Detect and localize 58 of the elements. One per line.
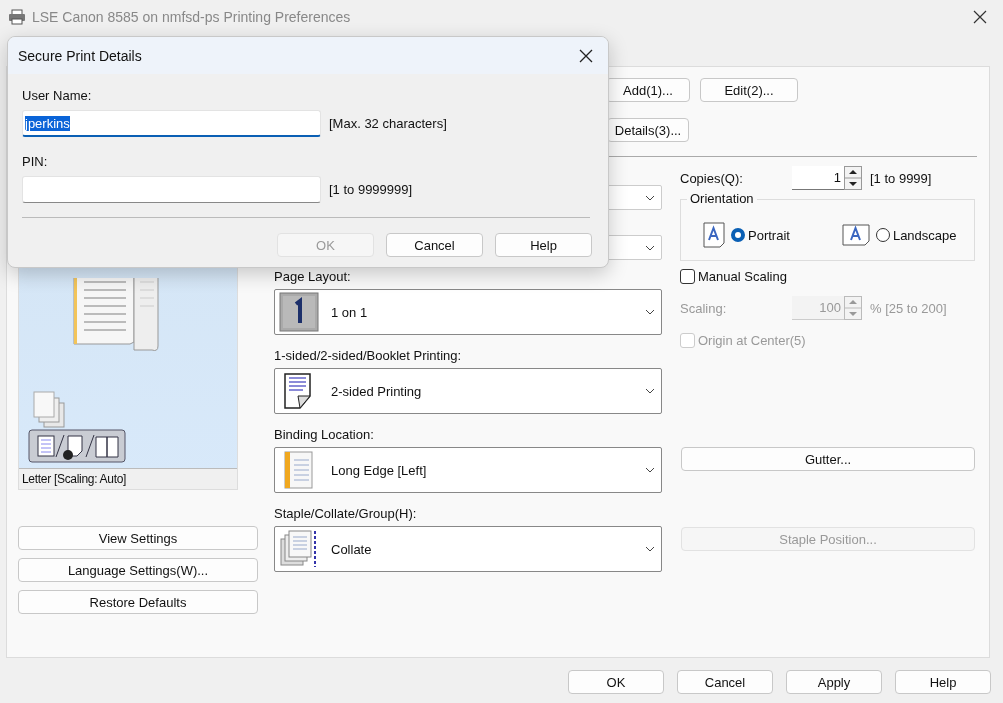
preview-caption: Letter [Scaling: Auto] — [19, 468, 237, 489]
orientation-radio[interactable]: Landscape — [875, 227, 957, 243]
page-number-icon — [279, 292, 319, 332]
add-button[interactable]: Add(1)... — [606, 78, 690, 102]
dropdown-value: 1 on 1 — [331, 304, 368, 320]
chevron-icon — [645, 467, 655, 473]
orientation-radio[interactable]: Portrait — [731, 227, 790, 243]
chevron-icon — [645, 388, 655, 394]
input-field[interactable] — [22, 176, 321, 203]
scaling-range: % [25 to 200] — [870, 300, 947, 316]
dropdown-value: Collate — [331, 541, 372, 557]
settings-button[interactable]: Language Settings(W)... — [18, 558, 258, 582]
setting-dropdown[interactable]: Long Edge [Left] — [274, 447, 662, 493]
copies-spinner[interactable]: 1 — [792, 166, 862, 190]
setting-label: 1-sided/2-sided/Booklet Printing: — [274, 348, 463, 364]
setting-label: Staple/Collate/Group(H): — [274, 506, 418, 522]
dialog-button[interactable]: Cancel — [386, 233, 483, 257]
details-button[interactable]: Details(3)... — [607, 118, 689, 142]
copies-range: [1 to 9999] — [870, 170, 932, 186]
setting-label: Page Layout: — [274, 269, 352, 285]
window-title: LSE Canon 8585 on nmfsd-ps Printing Preferences — [32, 9, 351, 25]
setting-dropdown[interactable]: 1 on 1 — [274, 289, 662, 335]
copies-label: Copies(Q): — [680, 170, 744, 186]
dialog-button[interactable]: OK — [568, 670, 664, 694]
dropdown-value: Long Edge [Left] — [331, 462, 427, 478]
edit-button[interactable]: Edit(2)... — [700, 78, 798, 102]
dialog-button[interactable]: Help — [895, 670, 991, 694]
setting-dropdown[interactable]: Collate — [274, 526, 662, 572]
landscape-page-icon — [841, 224, 870, 246]
dialog-title: Secure Print Details — [18, 47, 142, 64]
dialog-button[interactable]: Help — [495, 233, 592, 257]
field-label: User Name: — [22, 88, 93, 104]
close-icon[interactable] — [579, 48, 593, 63]
collate-pages-icon — [279, 529, 319, 569]
printer-icon — [8, 9, 26, 25]
settings-button[interactable]: Restore Defaults — [18, 590, 258, 614]
field-hint: [1 to 9999999] — [329, 182, 413, 197]
input-field[interactable]: jperkins — [22, 110, 321, 137]
portrait-page-icon — [703, 222, 725, 248]
field-hint: [Max. 32 characters] — [329, 116, 447, 131]
dropdown-value: 2-sided Printing — [331, 383, 422, 399]
option-button[interactable]: Gutter... — [681, 447, 975, 471]
chevron-icon — [645, 194, 655, 201]
chevron-icon — [645, 244, 655, 251]
field-label: PIN: — [22, 154, 49, 170]
copies-stack-icon — [33, 391, 67, 429]
manual-scaling-checkbox[interactable]: Manual Scaling — [680, 267, 975, 285]
dialog-button[interactable]: Apply — [786, 670, 882, 694]
chevron-icon — [645, 309, 655, 315]
settings-button[interactable]: View Settings — [18, 526, 258, 550]
scaling-label: Scaling: — [680, 300, 728, 316]
orientation-title: Orientation — [687, 191, 757, 206]
chevron-icon — [645, 546, 655, 552]
print-mode-button[interactable] — [28, 429, 126, 463]
setting-dropdown[interactable]: 2-sided Printing — [274, 368, 662, 414]
dialog-button[interactable]: Cancel — [677, 670, 773, 694]
close-icon[interactable] — [973, 10, 987, 24]
setting-label: Binding Location: — [274, 427, 375, 443]
